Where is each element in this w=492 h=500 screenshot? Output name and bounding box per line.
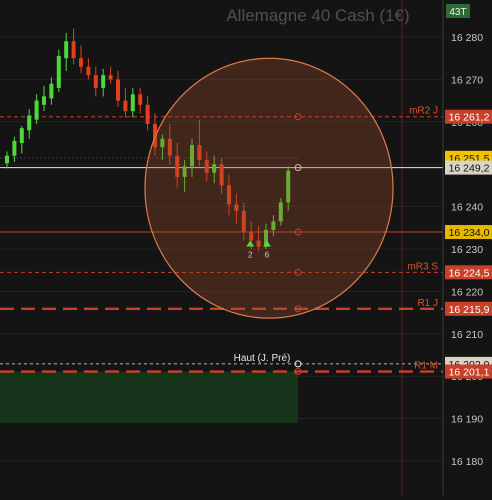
y-tick-label: 16 180 xyxy=(451,456,483,468)
candle-body xyxy=(19,128,24,143)
level-name: mR2 J xyxy=(409,106,438,117)
price-tag-label: 16 261,2 xyxy=(449,112,490,124)
level-name: Haut (J. Pré) xyxy=(234,353,291,364)
candle-body xyxy=(93,75,98,88)
level-name: R1 J xyxy=(417,298,438,309)
candle-body xyxy=(34,100,39,120)
candle-body xyxy=(5,155,9,164)
price-tag-label: 16 201,1 xyxy=(449,367,490,379)
chart-title: Allemagne 40 Cash (1€) xyxy=(226,6,409,25)
y-tick-label: 16 230 xyxy=(451,244,483,256)
candle-body xyxy=(116,79,120,101)
candle-body xyxy=(71,41,76,59)
candle-body xyxy=(64,41,69,59)
level-name: mR3 S xyxy=(407,261,438,272)
candlestick-chart[interactable]: mR2 J mR3 S R1 J Haut (J. Pré) R1 M 2 6 Allem… xyxy=(0,0,492,495)
candle-body xyxy=(145,104,150,124)
price-tag-label: 16 249,2 xyxy=(449,163,490,175)
candle-body xyxy=(138,94,143,105)
chart-root: mR2 J mR3 S R1 J Haut (J. Pré) R1 M 2 6 Allem… xyxy=(0,0,492,495)
candle-body xyxy=(130,94,135,112)
signal-marker-label: 2 xyxy=(248,251,253,260)
timeframe-badge[interactable]: 43T xyxy=(446,4,470,18)
candle-body xyxy=(12,140,17,156)
y-tick-label: 16 210 xyxy=(451,329,483,341)
level-name: R1 M xyxy=(414,361,438,372)
signal-marker-label: 6 xyxy=(265,251,270,260)
candle-body xyxy=(27,115,32,131)
y-tick-label: 16 190 xyxy=(451,414,483,426)
candle-body xyxy=(56,56,61,88)
timeframe-badge-label: 43T xyxy=(449,7,466,18)
y-tick-label: 16 280 xyxy=(451,32,483,44)
candle-body xyxy=(79,58,83,67)
y-tick-label: 16 240 xyxy=(451,202,483,214)
highlight-circle-layer xyxy=(144,57,394,319)
highlight-circle xyxy=(144,57,394,319)
candle-body xyxy=(86,66,91,76)
candle-body xyxy=(123,100,128,112)
candle-body xyxy=(42,96,46,105)
zone-layer xyxy=(0,371,298,423)
candle-body xyxy=(108,75,113,80)
y-tick-label: 16 220 xyxy=(451,286,483,298)
price-tag-label: 16 224,5 xyxy=(449,267,490,279)
candle-body xyxy=(101,75,106,88)
candle-body xyxy=(49,83,54,99)
zone-rectangle xyxy=(0,371,298,423)
price-tag-label: 16 234,0 xyxy=(449,227,490,239)
price-tag-label: 16 215,9 xyxy=(449,304,490,316)
y-tick-label: 16 270 xyxy=(451,74,483,86)
